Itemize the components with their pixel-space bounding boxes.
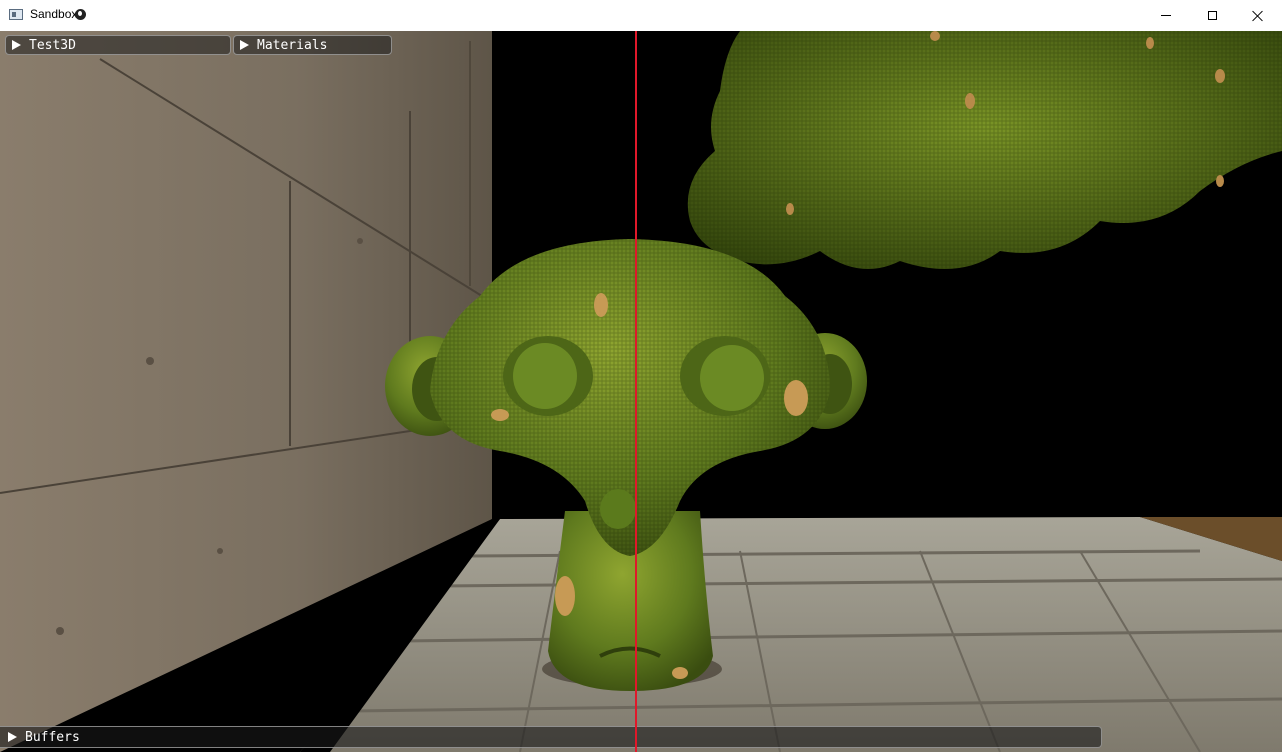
expand-triangle-icon bbox=[8, 732, 17, 742]
minimize-icon bbox=[1161, 15, 1171, 16]
globe-icon bbox=[75, 9, 86, 20]
maximize-icon bbox=[1207, 11, 1217, 20]
foliage-mass bbox=[687, 31, 1282, 269]
materials-panel-header[interactable]: Materials bbox=[233, 35, 392, 55]
render-viewport[interactable]: Test3D Materials Buffers bbox=[0, 31, 1282, 752]
expand-triangle-icon bbox=[240, 40, 249, 50]
comparison-split-line[interactable] bbox=[635, 31, 637, 752]
close-button[interactable] bbox=[1235, 0, 1281, 31]
buffers-panel-header[interactable]: Buffers bbox=[0, 726, 1102, 748]
close-icon bbox=[1252, 10, 1264, 22]
minimize-button[interactable] bbox=[1143, 0, 1189, 31]
expand-triangle-icon bbox=[12, 40, 21, 50]
test3d-panel-label: Test3D bbox=[29, 37, 76, 53]
buffers-panel-label: Buffers bbox=[25, 729, 80, 745]
scene-render bbox=[0, 31, 1282, 752]
maximize-button[interactable] bbox=[1189, 0, 1235, 31]
app-window-icon bbox=[9, 9, 23, 20]
cobblestone-floor bbox=[300, 517, 1282, 752]
test3d-panel-header[interactable]: Test3D bbox=[5, 35, 231, 55]
materials-panel-label: Materials bbox=[257, 37, 328, 53]
window-title: Sandbox bbox=[30, 7, 78, 21]
title-bar: Sandbox bbox=[0, 0, 1282, 32]
